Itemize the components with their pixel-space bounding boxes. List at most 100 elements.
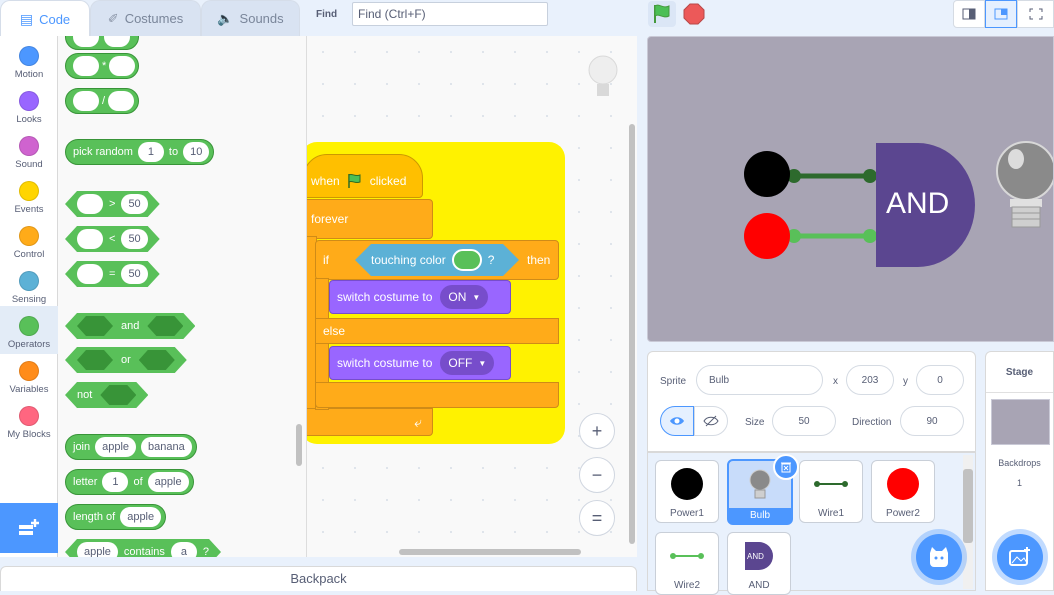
add-block[interactable]	[65, 36, 139, 50]
less-than-block[interactable]: <50	[65, 226, 160, 252]
costume-dropdown[interactable]: ON ▼	[440, 285, 489, 309]
greater-than-block[interactable]: >50	[65, 191, 160, 217]
backpack-bar[interactable]: Backpack	[0, 566, 637, 591]
letter-index-input[interactable]: 1	[102, 472, 129, 492]
category-events[interactable]: Events	[0, 175, 58, 220]
small-stage-button[interactable]	[953, 0, 985, 28]
category-label: My Blocks	[7, 429, 51, 440]
length-of-block[interactable]: length of apple	[65, 504, 167, 530]
multiply-block[interactable]: *	[65, 53, 139, 79]
join-b-input[interactable]: banana	[141, 437, 192, 457]
sprite-tile-power1[interactable]: Power1	[655, 460, 719, 523]
value-input[interactable]: 50	[121, 194, 147, 214]
value-input[interactable]: 50	[121, 264, 147, 284]
if-footer	[315, 382, 559, 408]
category-variables[interactable]: Variables	[0, 355, 58, 400]
value-input[interactable]: 50	[121, 229, 147, 249]
block-label: else	[323, 324, 346, 338]
not-block[interactable]: not	[65, 382, 148, 408]
sprite-tile-and[interactable]: AND AND	[727, 532, 791, 595]
block-label: clicked	[369, 174, 407, 188]
zoom-out-icon: −	[591, 464, 603, 485]
green-flag-button[interactable]	[648, 1, 676, 27]
wire2-thumb-icon	[670, 553, 704, 559]
tab-costumes[interactable]: ✐ Costumes	[90, 0, 201, 36]
large-stage-button[interactable]	[985, 0, 1017, 28]
forever-block[interactable]: forever	[307, 199, 433, 239]
delete-sprite-button[interactable]	[773, 454, 799, 480]
tab-sounds[interactable]: 🔈 Sounds	[201, 0, 300, 36]
script-vertical-scrollbar[interactable]	[629, 124, 635, 544]
tab-code[interactable]: ▤ Code	[0, 0, 90, 37]
dropdown-arrow-icon: ▼	[472, 292, 481, 302]
sprite-tile-wire1[interactable]: Wire1	[799, 460, 863, 523]
variables-dot-icon	[19, 361, 39, 381]
palette-scrollbar[interactable]	[296, 424, 302, 466]
y-input[interactable]: 0	[916, 365, 964, 395]
show-sprite-button[interactable]	[660, 406, 694, 436]
block-label: contains	[123, 546, 165, 557]
letter-string-input[interactable]: apple	[147, 472, 189, 492]
letter-of-block[interactable]: letter 1 of apple	[65, 469, 194, 495]
pick-random-block[interactable]: pick random 1 to 10	[65, 139, 215, 165]
fullscreen-button[interactable]	[1017, 0, 1054, 28]
join-block[interactable]: join apple banana	[65, 434, 197, 460]
category-label: Looks	[16, 114, 42, 125]
sprite-tile-wire2[interactable]: Wire2	[655, 532, 719, 595]
color-swatch[interactable]	[452, 249, 482, 271]
stage-thumbnail[interactable]	[991, 399, 1050, 445]
touching-color-block[interactable]: touching color ?	[355, 244, 519, 276]
costume-dropdown[interactable]: OFF ▼	[440, 351, 495, 375]
tab-costumes-label: Costumes	[124, 11, 184, 26]
script-area[interactable]: when clicked forever ⤶ if touching color…	[307, 36, 637, 557]
choose-sprite-button[interactable]	[916, 534, 962, 580]
script-horizontal-scrollbar[interactable]	[399, 549, 581, 555]
when-flag-clicked-block[interactable]: when clicked	[307, 154, 423, 198]
category-sound[interactable]: Sound	[0, 130, 58, 175]
or-block[interactable]: or	[65, 347, 187, 373]
contains-b-input[interactable]: a	[171, 542, 197, 557]
switch-costume-on-block[interactable]: switch costume to ON ▼	[329, 280, 511, 314]
contains-a-input[interactable]: apple	[77, 542, 118, 557]
switch-costume-off-block[interactable]: switch costume to OFF ▼	[329, 346, 511, 380]
y-label: y	[903, 376, 908, 387]
editor-tab-bar: ▤ Code ✐ Costumes 🔈 Sounds Find Find (Ct…	[0, 0, 640, 37]
join-a-input[interactable]: apple	[95, 437, 137, 457]
category-control[interactable]: Control	[0, 220, 58, 265]
and-block[interactable]: and	[65, 313, 195, 339]
sprite-tile-power2[interactable]: Power2	[871, 460, 935, 523]
size-input[interactable]: 50	[772, 406, 836, 436]
to-input[interactable]: 10	[183, 142, 210, 162]
direction-input[interactable]: 90	[900, 406, 964, 436]
backdrop-plus-icon	[1009, 547, 1030, 566]
sprite-list-scrollbar[interactable]	[963, 455, 973, 589]
stop-button[interactable]	[683, 3, 705, 25]
choose-backdrop-button[interactable]	[997, 534, 1043, 580]
x-input[interactable]: 203	[846, 365, 894, 395]
add-extension-button[interactable]	[0, 503, 58, 553]
zoom-reset-button[interactable]: =	[579, 500, 615, 536]
tab-sounds-label: Sounds	[239, 11, 284, 26]
length-string-input[interactable]: apple	[120, 507, 162, 527]
find-input[interactable]: Find (Ctrl+F)	[352, 2, 548, 26]
divide-block[interactable]: /	[65, 88, 139, 114]
power2-thumb-icon	[887, 468, 919, 500]
contains-block[interactable]: apple contains a ?	[65, 539, 221, 557]
category-motion[interactable]: Motion	[0, 40, 58, 85]
forever-footer: ⤶	[307, 408, 433, 436]
stage-canvas[interactable]: AND	[647, 36, 1054, 342]
sprite-info-panel: Sprite Bulb x 203 y 0 Size 50 Direction …	[647, 351, 976, 452]
category-label: Events	[14, 204, 44, 215]
category-sensing[interactable]: Sensing	[0, 265, 58, 310]
block-label: ?	[202, 546, 210, 557]
zoom-out-button[interactable]: −	[579, 457, 615, 493]
hide-sprite-button[interactable]	[694, 406, 728, 436]
category-my-blocks[interactable]: My Blocks	[0, 400, 58, 445]
operators-dot-icon	[19, 316, 39, 336]
zoom-in-button[interactable]: +	[579, 413, 615, 449]
category-operators[interactable]: Operators	[0, 306, 58, 354]
sprite-name-input[interactable]: Bulb	[696, 365, 823, 395]
category-looks[interactable]: Looks	[0, 85, 58, 130]
from-input[interactable]: 1	[137, 142, 164, 162]
equals-block[interactable]: = 50	[65, 261, 160, 287]
